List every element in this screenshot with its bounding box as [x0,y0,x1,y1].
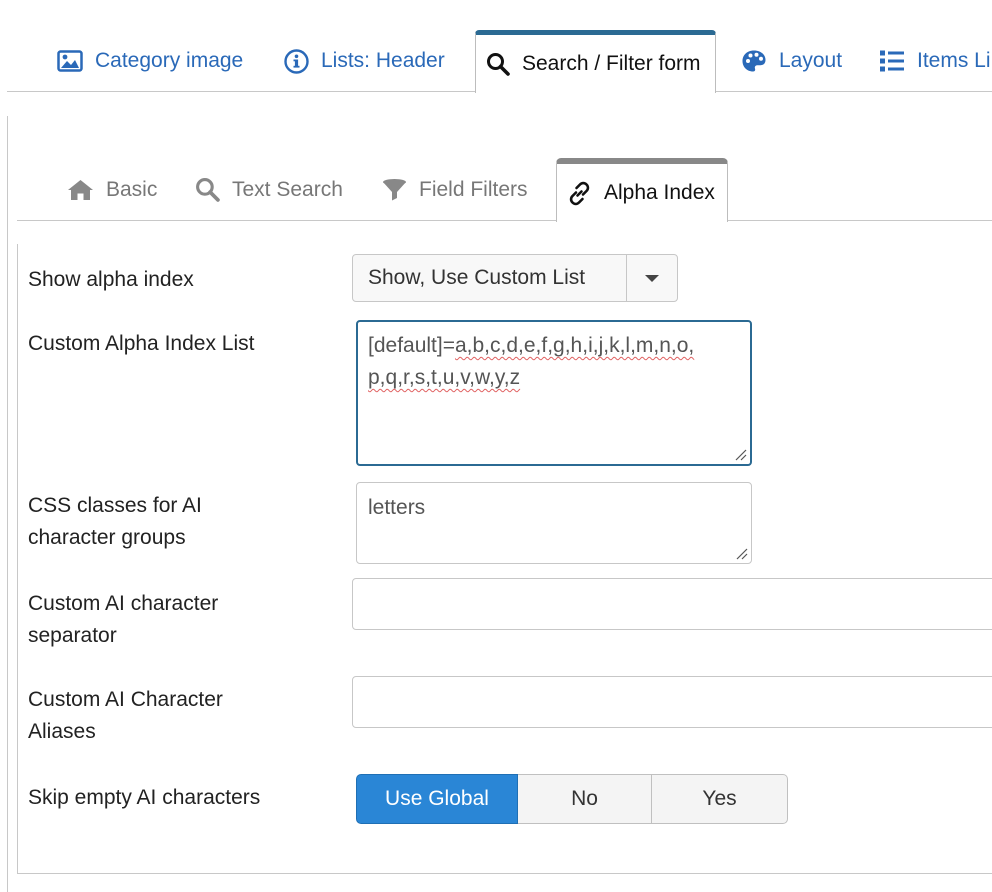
inner-panel-bottom-border [17,873,992,874]
separator-input[interactable] [352,578,992,630]
tab-text-search[interactable]: Text Search [195,158,343,221]
filter-icon [382,178,407,202]
use-global-button[interactable]: Use Global [356,774,518,824]
css-classes-label: CSS classes for AI character groups [28,494,202,549]
css-classes-value: letters [368,496,426,519]
skip-empty-toggle-group: Use Global No Yes [356,774,788,824]
aliases-input[interactable] [352,676,992,728]
tab-label: Text Search [232,177,343,201]
custom-list-label: Custom Alpha Index List [28,332,255,355]
tab-label: Items Li [917,49,991,72]
custom-list-line-2: p,q,r,s,t,u,v,w,y,z [368,366,521,389]
css-classes-textarea[interactable]: letters [356,482,752,564]
tab-label: Lists: Header [321,49,445,72]
resize-grip-icon[interactable] [734,546,748,560]
palette-icon [741,49,767,73]
resize-grip-icon[interactable] [733,447,747,461]
search-icon [486,52,510,76]
select-caret-button[interactable] [626,255,677,301]
tab-alpha-index[interactable]: Alpha Index [556,158,728,222]
outer-panel-border [7,116,8,892]
link-icon [567,181,592,206]
home-icon [67,179,94,201]
separator-label: Custom AI character separator [28,592,219,647]
tab-label: Field Filters [419,177,528,201]
show-alpha-index-label: Show alpha index [28,268,194,291]
tab-search-filter-form[interactable]: Search / Filter form [475,30,716,93]
tab-field-filters[interactable]: Field Filters [382,158,528,221]
yes-button[interactable]: Yes [652,774,788,824]
caret-down-icon [645,274,659,282]
aliases-label: Custom AI Character Aliases [28,688,223,743]
tab-label: Basic [106,177,158,201]
show-alpha-index-select[interactable]: Show, Use Custom List [352,254,678,302]
info-circle-icon [284,48,309,74]
search-icon [195,177,220,202]
no-button[interactable]: No [518,774,652,824]
tab-category-image[interactable]: Category image [57,30,243,92]
inner-panel-border [17,244,18,874]
custom-list-line-1: [default]=a,b,c,d,e,f,g,h,i,j,k,l,m,n,o, [368,334,695,357]
tab-label: Layout [779,49,843,72]
custom-list-textarea[interactable]: [default]=a,b,c,d,e,f,g,h,i,j,k,l,m,n,o,… [356,320,752,466]
tab-label: Search / Filter form [522,52,701,75]
show-alpha-index-value: Show, Use Custom List [368,266,586,289]
tab-basic[interactable]: Basic [67,158,157,221]
skip-empty-label: Skip empty AI characters [28,786,261,809]
sub-tabs-divider [17,220,992,221]
tab-label: Alpha Index [604,181,715,204]
tab-lists-header[interactable]: Lists: Header [284,30,445,92]
tab-label: Category image [95,49,244,72]
tab-items-list[interactable]: Items Li [879,30,991,92]
list-icon [879,49,905,73]
image-icon [57,50,83,72]
tab-layout[interactable]: Layout [741,30,842,92]
